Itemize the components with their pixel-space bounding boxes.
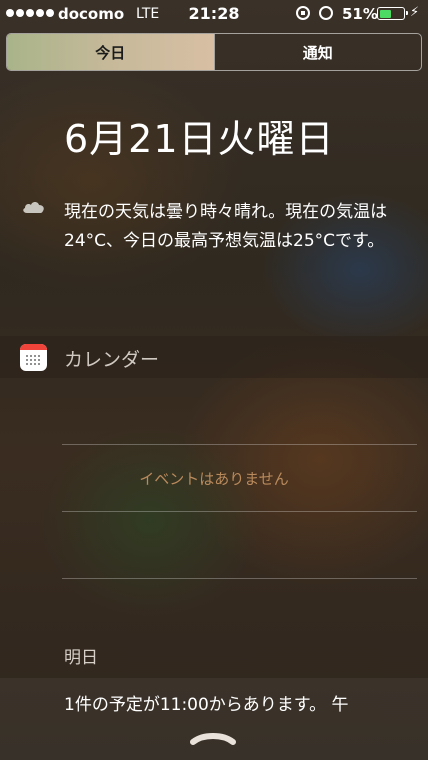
battery-percent: 51%: [342, 5, 378, 23]
pull-up-handle-icon[interactable]: [189, 730, 237, 746]
battery-icon: [377, 7, 408, 20]
weather-summary: 現在の天気は曇り時々晴れ。現在の気温は24°C、今日の最高予想気温は25°Cです…: [64, 202, 388, 251]
calendar-title: カレンダー: [64, 349, 160, 371]
alarm-icon: [319, 6, 333, 20]
calendar-widget-header[interactable]: カレンダー: [0, 336, 428, 378]
calendar-icon: [20, 344, 47, 371]
divider: [62, 578, 417, 579]
charging-icon: ⚡: [410, 5, 420, 20]
date-heading: 6月21日火曜日: [64, 117, 335, 161]
rotation-lock-icon: [296, 6, 310, 20]
tomorrow-label: 明日: [64, 648, 98, 668]
tomorrow-summary: 1件の予定が11:00からあります。 午: [64, 695, 349, 715]
tab-notifications[interactable]: 通知: [213, 34, 422, 70]
tab-today[interactable]: 今日: [7, 34, 214, 70]
status-bar: docomo LTE 21:28 51% ⚡: [0, 0, 428, 28]
divider: [62, 511, 417, 512]
cloud-icon: [23, 202, 44, 213]
no-events-message: イベントはありません: [139, 470, 289, 488]
view-tabs: 今日 通知: [6, 33, 422, 71]
battery-fill: [379, 9, 391, 18]
divider: [62, 444, 417, 445]
